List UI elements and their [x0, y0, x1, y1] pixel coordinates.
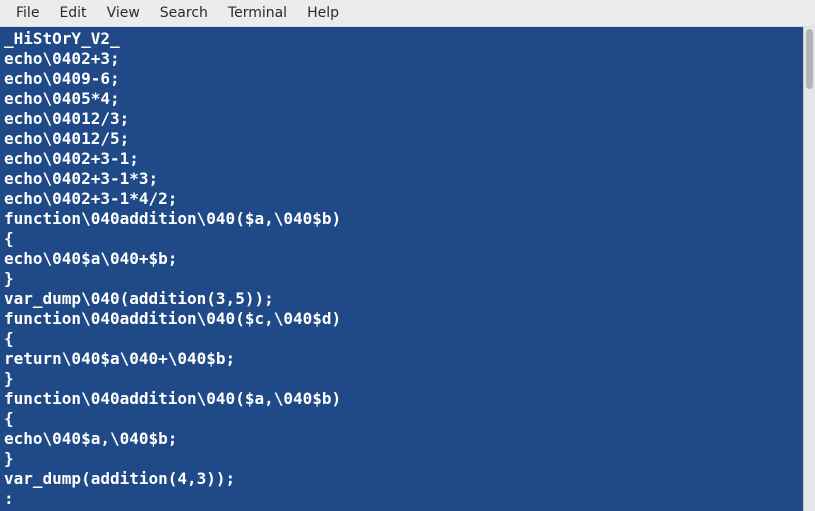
scrollbar[interactable] — [803, 27, 815, 511]
menu-edit[interactable]: Edit — [49, 1, 96, 25]
menu-terminal[interactable]: Terminal — [218, 1, 297, 25]
menu-help[interactable]: Help — [297, 1, 349, 25]
menu-search[interactable]: Search — [150, 1, 218, 25]
menubar: File Edit View Search Terminal Help — [0, 0, 815, 27]
terminal-container: _HiStOrY_V2_ echo\0402+3; echo\0409-6; e… — [0, 27, 815, 511]
scrollbar-thumb[interactable] — [806, 29, 813, 89]
menu-file[interactable]: File — [6, 1, 49, 25]
terminal-output[interactable]: _HiStOrY_V2_ echo\0402+3; echo\0409-6; e… — [0, 27, 803, 511]
menu-view[interactable]: View — [97, 1, 150, 25]
